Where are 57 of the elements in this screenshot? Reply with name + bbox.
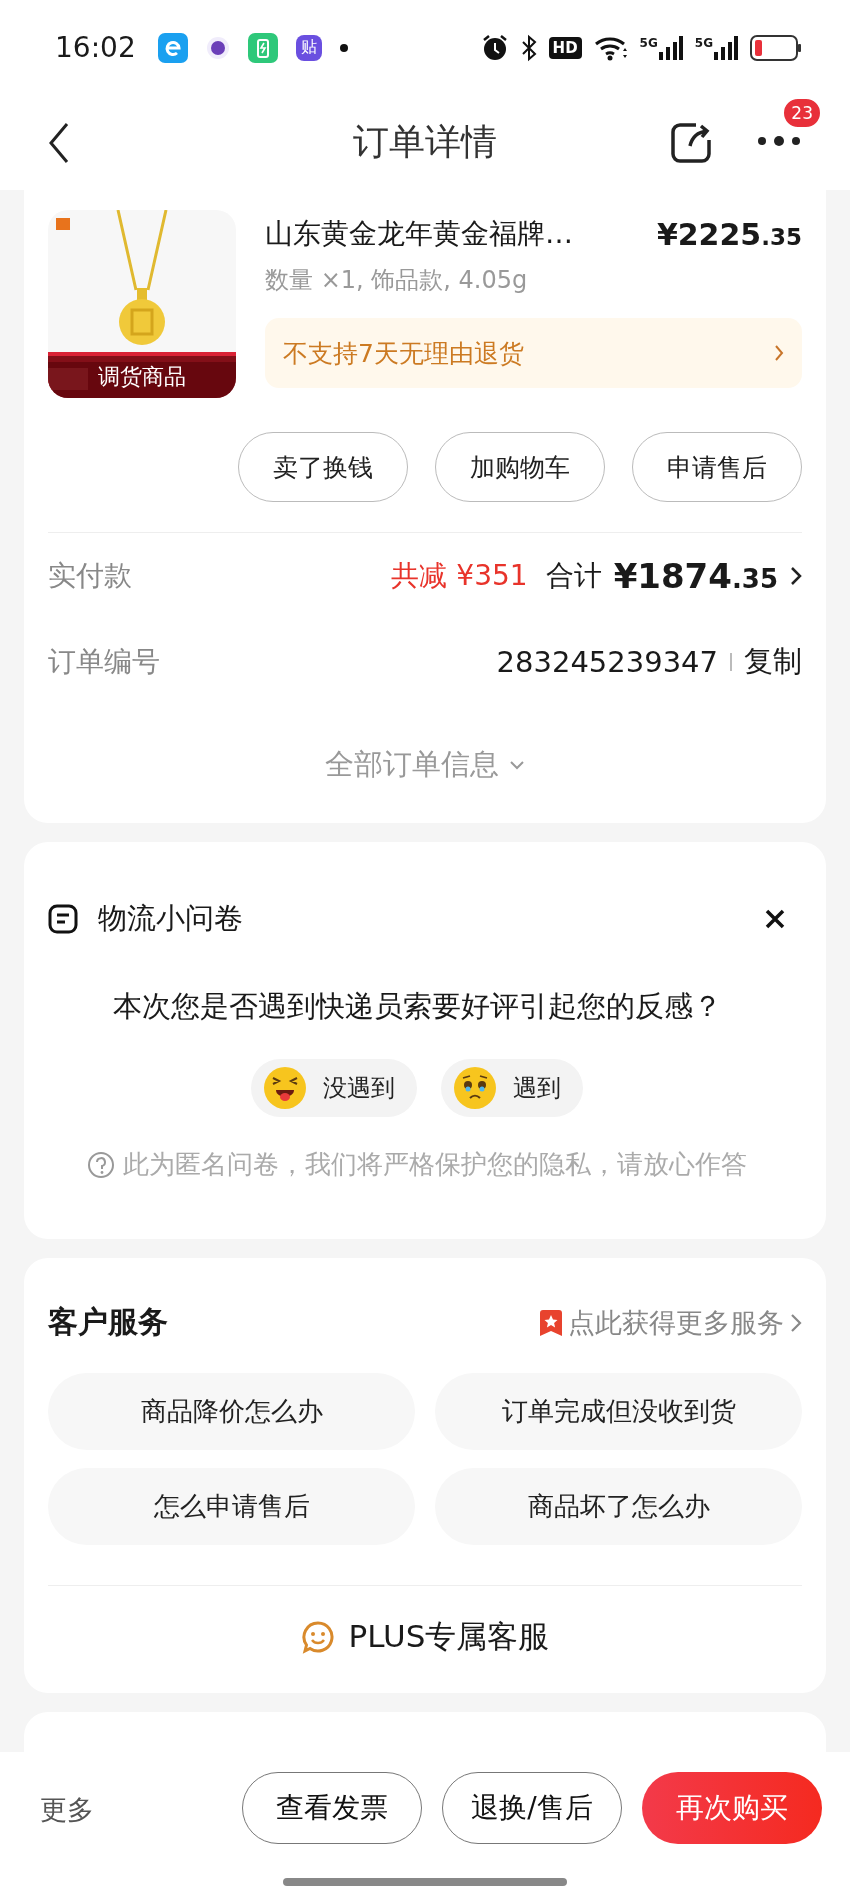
battery-app-icon bbox=[247, 32, 278, 63]
discount-amount: 共减 ¥351 bbox=[391, 558, 528, 594]
star-ribbon-icon bbox=[540, 1309, 562, 1336]
total-amount: ¥1874.35 bbox=[613, 556, 778, 596]
page-title: 订单详情 bbox=[353, 120, 497, 164]
battery-icon bbox=[750, 34, 802, 61]
copy-link[interactable]: 复制 bbox=[744, 642, 802, 682]
total-label: 合计 bbox=[545, 558, 602, 594]
chat-face-icon bbox=[300, 1620, 335, 1654]
section-title: 客户服务 bbox=[48, 1303, 168, 1341]
product-tag: 调货商品 bbox=[48, 356, 236, 398]
chevron-right-icon bbox=[790, 1312, 802, 1333]
field-label: 订单编号 bbox=[48, 644, 160, 680]
product-specs: 数量 ×1, 饰品款, 4.05g bbox=[265, 265, 529, 296]
order-action-button[interactable]: 退换/售后 bbox=[442, 1772, 622, 1844]
status-time: 16:02 bbox=[55, 31, 136, 64]
product-title[interactable]: 山东黄金龙年黄金福牌… bbox=[265, 215, 573, 253]
bluetooth-icon bbox=[520, 33, 537, 62]
survey-icon bbox=[48, 904, 78, 934]
cellular-signal: 5G bbox=[639, 35, 683, 60]
product-action-button[interactable]: 申请售后 bbox=[632, 432, 802, 502]
more-icon[interactable] bbox=[756, 134, 802, 148]
more-services-link[interactable]: 点此获得更多服务 bbox=[540, 1304, 802, 1341]
faq-chip[interactable]: 怎么申请售后 bbox=[48, 1468, 415, 1545]
faq-chip[interactable]: 订单完成但没收到货 bbox=[435, 1373, 802, 1450]
chevron-right-icon[interactable] bbox=[790, 566, 802, 586]
more-notifications-icon bbox=[339, 43, 348, 52]
survey-question: 本次您是否遇到快递员索要好评引起您的反感？ bbox=[112, 988, 722, 1025]
close-icon[interactable] bbox=[764, 908, 786, 930]
app-notification-icon bbox=[205, 35, 230, 60]
survey-option[interactable]: 遇到 bbox=[441, 1059, 583, 1117]
back-icon[interactable] bbox=[48, 121, 70, 164]
share-icon[interactable] bbox=[670, 121, 712, 164]
cellular-signal: 5G bbox=[694, 35, 738, 60]
field-label: 实付款 bbox=[48, 558, 132, 594]
help-icon bbox=[87, 1150, 115, 1179]
survey-title: 物流小问卷 bbox=[98, 900, 243, 937]
product-action-button[interactable]: 加购物车 bbox=[435, 432, 605, 502]
app-notification-icon bbox=[157, 32, 188, 63]
teary-emoji-icon bbox=[453, 1066, 497, 1110]
order-number: 283245239347 bbox=[496, 645, 718, 679]
faq-chip[interactable]: 商品降价怎么办 bbox=[48, 1373, 415, 1450]
survey-option[interactable]: 没遇到 bbox=[251, 1059, 417, 1117]
product-price: ¥2225.35 bbox=[656, 216, 802, 252]
order-action-button[interactable]: 查看发票 bbox=[242, 1772, 422, 1844]
hd-indicator: HD bbox=[548, 36, 582, 59]
chevron-right-icon bbox=[774, 344, 784, 362]
app-notification-icon: 贴 bbox=[295, 34, 322, 61]
chevron-down-icon bbox=[509, 760, 525, 770]
product-action-button[interactable]: 卖了换钱 bbox=[238, 432, 408, 502]
more-link[interactable]: 更多 bbox=[40, 1792, 94, 1828]
privacy-note: 此为匿名问卷，我们将严格保护您的隐私，请放心作答 bbox=[123, 1148, 747, 1181]
laughing-emoji-icon bbox=[263, 1066, 307, 1110]
message-count-badge: 23 bbox=[782, 97, 822, 129]
buy-again-button[interactable]: 再次购买 bbox=[642, 1772, 822, 1844]
plus-service-link[interactable]: PLUS专属客服 bbox=[300, 1616, 550, 1658]
faq-chip[interactable]: 商品坏了怎么办 bbox=[435, 1468, 802, 1545]
